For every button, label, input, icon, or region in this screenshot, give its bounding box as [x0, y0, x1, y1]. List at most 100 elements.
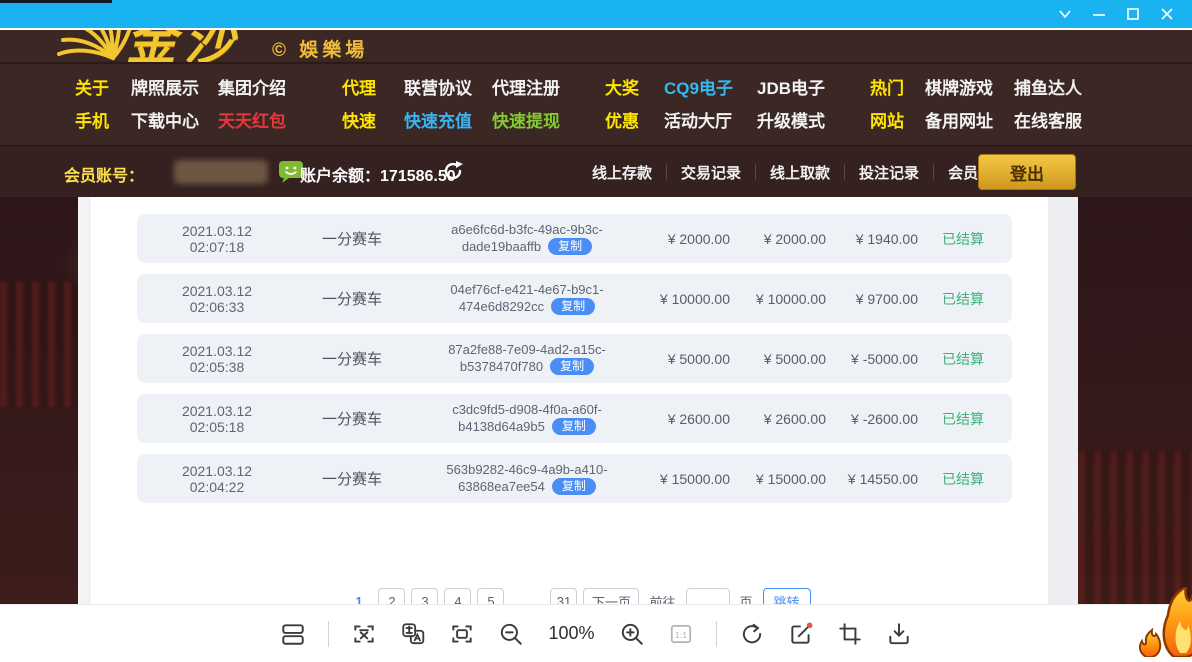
cell-datetime: 2021.03.1202:06:33: [137, 283, 297, 315]
link-separator: [933, 164, 934, 180]
nav-item[interactable]: 优惠: [605, 107, 639, 132]
minimize-button[interactable]: [1082, 1, 1116, 27]
close-button[interactable]: [1150, 1, 1184, 27]
app-window: 金沙 © 娛樂場 关于牌照展示集团介绍 代理 联营协议代理注册 大奖 CQ9电子 JDB电…: [0, 0, 1192, 662]
toolbar-divider: [716, 621, 717, 647]
cell-order-id: c3dc9fd5-d908-4f0a-a60f- b4138d64a9b5复制: [407, 402, 647, 435]
account-number-redacted: [174, 160, 268, 184]
status-badge: 已结算: [918, 229, 1012, 249]
translate-icon[interactable]: [399, 620, 427, 648]
page-jump-input[interactable]: [686, 588, 730, 604]
nav-item[interactable]: 活动大厅: [664, 107, 732, 132]
cell-valid-amount: ¥ 15000.00: [730, 471, 826, 487]
title-bar[interactable]: [0, 0, 1192, 30]
viewer-toolbar: 100% 1:1: [0, 604, 1192, 662]
cell-bet-amount: ¥ 2600.00: [647, 411, 730, 427]
zoom-out-icon[interactable]: [497, 620, 525, 648]
crop-icon[interactable]: [836, 620, 864, 648]
chevron-down-icon[interactable]: [1048, 1, 1082, 27]
table-row: 2021.03.1202:07:18 一分赛车 a6e6fc6d-b3fc-49…: [137, 214, 1012, 263]
cell-datetime: 2021.03.1202:05:18: [137, 403, 297, 435]
nav-item[interactable]: 下载中心: [131, 107, 199, 132]
page-button-current[interactable]: 1: [345, 588, 372, 604]
logo-subtitle: © 娛樂場: [272, 35, 368, 62]
logout-button[interactable]: 登出: [978, 154, 1076, 190]
refresh-balance-icon[interactable]: [441, 159, 465, 188]
cell-valid-amount: ¥ 2000.00: [730, 231, 826, 247]
nav-item[interactable]: 在线客服: [1014, 107, 1082, 132]
page-button[interactable]: 5: [477, 588, 504, 604]
account-label: 会员账号：: [64, 162, 144, 186]
ocr-icon[interactable]: [350, 620, 378, 648]
account-link[interactable]: 线上取款: [770, 162, 830, 183]
cell-profit-amount: ¥ -2600.00: [826, 411, 918, 427]
svg-text:1:1: 1:1: [674, 629, 686, 639]
nav-item[interactable]: 关于: [75, 74, 109, 99]
cell-order-id: a6e6fc6d-b3fc-49ac-9b3c- dade19baaffb复制: [407, 222, 647, 255]
nav-item[interactable]: 棋牌游戏: [925, 74, 993, 99]
panel-gutter-left: [78, 197, 91, 604]
account-link[interactable]: 投注记录: [859, 162, 919, 183]
pagination: 1 2345 31 下一页 前往 页 跳转: [78, 588, 1078, 604]
flame-mascot: [1116, 587, 1192, 662]
cell-order-id: 04ef76cf-e421-4e67-b9c1- 474e6d8292cc复制: [407, 282, 647, 315]
zoom-in-icon[interactable]: [618, 620, 646, 648]
next-page-button[interactable]: 下一页: [583, 588, 639, 604]
edit-icon[interactable]: [787, 620, 815, 648]
cell-bet-amount: ¥ 15000.00: [647, 471, 730, 487]
link-separator: [844, 164, 845, 180]
table-row: 2021.03.1202:05:18 一分赛车 c3dc9fd5-d908-4f…: [137, 394, 1012, 443]
nav-item[interactable]: 大奖: [605, 74, 639, 99]
nav-item[interactable]: 捕鱼达人: [1014, 74, 1082, 99]
link-separator: [755, 164, 756, 180]
logo-text: 金沙: [126, 30, 242, 62]
content-panel: 2021.03.1202:07:18 一分赛车 a6e6fc6d-b3fc-49…: [78, 197, 1078, 604]
nav-item[interactable]: 代理: [342, 74, 376, 99]
page-button-last[interactable]: 31: [550, 588, 577, 604]
maximize-button[interactable]: [1116, 1, 1150, 27]
panel-layout-icon[interactable]: [279, 620, 307, 648]
nav-item[interactable]: CQ9电子: [664, 74, 733, 99]
page-button[interactable]: 3: [411, 588, 438, 604]
background-window-artifact: [0, 0, 112, 3]
nav-item[interactable]: 备用网址: [925, 107, 993, 132]
copy-button[interactable]: 复制: [548, 238, 592, 255]
cell-valid-amount: ¥ 10000.00: [730, 291, 826, 307]
nav-item[interactable]: 升级模式: [757, 107, 825, 132]
page-button[interactable]: 4: [444, 588, 471, 604]
copy-button[interactable]: 复制: [552, 478, 596, 495]
nav-item[interactable]: 集团介绍: [218, 74, 286, 99]
cell-datetime: 2021.03.1202:07:18: [137, 223, 297, 255]
copy-button[interactable]: 复制: [550, 358, 594, 375]
nav-item[interactable]: 热门: [870, 74, 904, 99]
cell-game-name: 一分赛车: [297, 288, 407, 309]
rotate-icon[interactable]: [738, 620, 766, 648]
status-badge: 已结算: [918, 349, 1012, 369]
nav-item[interactable]: 天天红包: [218, 107, 286, 132]
nav-item[interactable]: 快速: [342, 107, 376, 132]
cell-profit-amount: ¥ 1940.00: [826, 231, 918, 247]
nav-item[interactable]: 网站: [870, 107, 904, 132]
goto-label: 前往: [649, 588, 675, 604]
nav-item[interactable]: 代理注册: [492, 74, 560, 99]
nav-item[interactable]: 手机: [75, 107, 109, 132]
account-link[interactable]: 交易记录: [681, 162, 741, 183]
copy-button[interactable]: 复制: [551, 298, 595, 315]
panel-scroll-gutter[interactable]: [1048, 197, 1078, 604]
nav-item[interactable]: 快速充值: [404, 107, 472, 132]
cell-game-name: 一分赛车: [297, 468, 407, 489]
nav-item[interactable]: JDB电子: [757, 74, 825, 99]
one-to-one-icon[interactable]: 1:1: [667, 620, 695, 648]
nav-item[interactable]: 牌照展示: [131, 74, 199, 99]
status-badge: 已结算: [918, 409, 1012, 429]
download-icon[interactable]: [885, 620, 913, 648]
fullscreen-icon[interactable]: [448, 620, 476, 648]
nav-item[interactable]: 联营协议: [404, 74, 472, 99]
jump-button[interactable]: 跳转: [763, 588, 811, 604]
nav-item[interactable]: 快速提现: [492, 107, 560, 132]
copy-button[interactable]: 复制: [552, 418, 596, 435]
balance: 账户余额：171586.50: [300, 162, 456, 186]
cell-game-name: 一分赛车: [297, 408, 407, 429]
page-button[interactable]: 2: [378, 588, 405, 604]
account-link[interactable]: 线上存款: [592, 162, 652, 183]
